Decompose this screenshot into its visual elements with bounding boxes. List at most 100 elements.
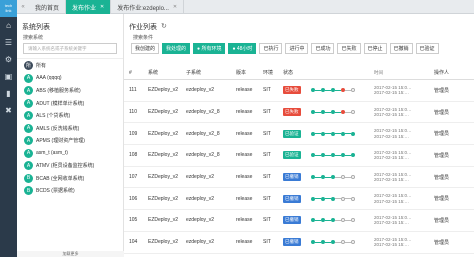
- environment: SIT: [263, 130, 271, 137]
- system-initial-avatar: B: [24, 173, 33, 183]
- list-icon[interactable]: ☰: [0, 34, 17, 51]
- system-name: EZDeploy_v2: [148, 87, 179, 94]
- system-name: EZDeploy_v2: [148, 109, 179, 116]
- table-row[interactable]: 109 EZDeploy_v2 ezdeploy_v2_8 release SIT 已验证…: [124, 123, 474, 146]
- filter-button[interactable]: ● 所有环境: [193, 43, 226, 54]
- status-badge: 已撤销: [283, 173, 301, 182]
- version: release: [236, 174, 253, 181]
- table-row[interactable]: 104 EZDeploy_v2 ezdeploy_v2 release SIT 已撤销 20…: [124, 232, 474, 254]
- filter-button[interactable]: 已成功: [311, 43, 335, 54]
- status-badge: 已撤销: [283, 216, 301, 225]
- status-cell: 已验证: [283, 129, 311, 138]
- status-badge: 已撤销: [283, 194, 301, 203]
- environment: SIT: [263, 109, 271, 116]
- table-row[interactable]: 106 EZDeploy_v2 ezdeploy_v2 release SIT 已撤销 20…: [124, 188, 474, 211]
- home-icon[interactable]: ⌂: [0, 17, 17, 34]
- version: release: [236, 152, 253, 159]
- environment: SIT: [263, 87, 271, 94]
- column-header: #: [129, 69, 132, 76]
- refresh-icon[interactable]: ↻: [161, 22, 167, 34]
- progress-flow: [311, 153, 374, 158]
- progress-flow: [311, 196, 374, 201]
- environment: SIT: [263, 174, 271, 181]
- table-row[interactable]: 108 EZDeploy_v2 ezdeploy_v2_8 release SIT 已验证…: [124, 145, 474, 167]
- list-item[interactable]: A ABS (移植服务系统): [17, 85, 123, 98]
- load-more-button[interactable]: 加载更多: [17, 251, 124, 257]
- filter-bar: 我创建的 我处理的 ● 所有环境 ● 48小时 已执行 进行中 已成功 已失败 已停止 已撤销 已验…: [124, 43, 474, 54]
- list-item[interactable]: A APMS (理财资产管理): [17, 135, 123, 148]
- progress-flow: [311, 175, 374, 180]
- filter-button[interactable]: 进行中: [285, 43, 309, 54]
- flow-step-icon: [351, 196, 355, 201]
- filter-button[interactable]: ● 48小时: [228, 43, 257, 54]
- operator: 管理员: [434, 152, 450, 159]
- list-item[interactable]: A ADUT (模样单计系统): [17, 97, 123, 110]
- tabs-back-arrow-icon[interactable]: «: [17, 0, 29, 14]
- job-id: 107: [129, 174, 138, 181]
- list-item[interactable]: A ALS (个贷系统): [17, 110, 123, 123]
- flow-step-icon: [351, 88, 355, 93]
- list-item[interactable]: B BCDS (票据系统): [17, 185, 123, 198]
- end-time: 2017-02-15 15:…: [374, 112, 410, 118]
- job-id: 104: [129, 239, 138, 246]
- list-item[interactable]: A ATMV (柜员设备监控系统): [17, 160, 123, 173]
- page-title: 作业列表: [129, 24, 157, 31]
- filter-button[interactable]: 已失败: [337, 43, 361, 54]
- list-item[interactable]: Aasm_t (asm_t): [17, 147, 123, 160]
- column-header: 子系统: [186, 70, 202, 76]
- operator: 管理员: [434, 217, 450, 224]
- list-item[interactable]: B BCAB (全网收单系统): [17, 172, 123, 185]
- system-label: BCDS (票据系统): [36, 188, 75, 195]
- panel-title: 系统列表: [22, 24, 50, 31]
- filter-button[interactable]: 已执行: [259, 43, 283, 54]
- status-badge: 已失败: [283, 86, 301, 95]
- close-icon[interactable]: ✕: [100, 4, 104, 10]
- end-time: 2017-02-15 15:…: [374, 155, 410, 161]
- list-item[interactable]: A AMLS (反洗钱系统): [17, 122, 123, 135]
- subsystem-name: ezdeploy_v2: [186, 239, 215, 246]
- flow-step-icon: [351, 153, 355, 158]
- job-id: 110: [129, 109, 137, 116]
- system-search-input[interactable]: 请输入系统名或子系统关键字: [23, 43, 117, 54]
- system-label: AMLS (反洗钱系统): [36, 125, 80, 132]
- status-cell: 已撤销: [283, 216, 311, 225]
- tab-label: 我的首页: [35, 5, 60, 12]
- timestamp-cell: 2017-02-15 15:0… 2017-02-15 15:…: [374, 172, 434, 183]
- tab-home[interactable]: 我的首页: [29, 0, 67, 14]
- job-id: 108: [129, 152, 138, 159]
- filter-button[interactable]: 我处理的: [162, 43, 191, 54]
- environment: SIT: [263, 217, 271, 224]
- list-item[interactable]: A AAA (qqqq): [17, 72, 123, 85]
- close-icon[interactable]: ✕: [173, 4, 177, 10]
- system-initial-avatar: A: [24, 111, 33, 121]
- job-list-panel: 作业列表 ↻ 搜索条件 我创建的 我处理的 ● 所有环境 ● 48小时 已执行 进行中 已成…: [124, 14, 474, 257]
- timestamp-cell: 2017-02-15 15:0… 2017-02-15 15:…: [374, 193, 434, 204]
- tools-icon[interactable]: ✖: [0, 102, 17, 119]
- progress-flow: [311, 131, 374, 136]
- system-label: ADUT (模样单计系统): [36, 100, 85, 107]
- filter-button[interactable]: 已撤销: [389, 43, 413, 54]
- table-row[interactable]: 110 EZDeploy_v2 ezdeploy_v2_8 release SIT 已失败…: [124, 102, 474, 124]
- layers-icon[interactable]: ▣: [0, 68, 17, 85]
- chart-icon[interactable]: ▮: [0, 85, 17, 102]
- status-badge: 已撤销: [283, 238, 301, 247]
- system-initial-avatar: A: [24, 86, 33, 96]
- filter-button[interactable]: 已停止: [363, 43, 387, 54]
- list-item[interactable]: 所所有: [17, 59, 123, 72]
- filter-button[interactable]: 已验证: [415, 43, 439, 54]
- table-row[interactable]: 105 EZDeploy_v2 ezdeploy_v2 release SIT 已撤销 20…: [124, 210, 474, 232]
- job-id: 109: [129, 130, 138, 137]
- system-list: 所所有 A AAA (qqqq) A ABS (移植服务系统) A ADUT (模样单计系统…: [17, 58, 123, 197]
- system-name: EZDeploy_v2: [148, 174, 179, 181]
- table-row[interactable]: 107 EZDeploy_v2 ezdeploy_v2 release SIT 已撤销 20…: [124, 167, 474, 189]
- subsystem-name: ezdeploy_v2: [186, 217, 215, 224]
- tab-publish-job-detail[interactable]: 发布作业:ezdeplo... ✕: [111, 0, 185, 14]
- status-badge: 已验证: [283, 129, 301, 138]
- gear-icon[interactable]: ⚙: [0, 51, 17, 68]
- tab-publish-job[interactable]: 发布作业 ✕: [66, 0, 112, 14]
- filter-button[interactable]: 我创建的: [131, 43, 160, 54]
- table-header: # 系统 子系统 版本 环境 状态 时间 操作人: [124, 66, 474, 80]
- system-label: BCAB (全网收单系统): [36, 175, 85, 182]
- environment: SIT: [263, 152, 271, 159]
- table-row[interactable]: 111 EZDeploy_v2 ezdeploy_v2 release SIT 已失败 20…: [124, 80, 474, 102]
